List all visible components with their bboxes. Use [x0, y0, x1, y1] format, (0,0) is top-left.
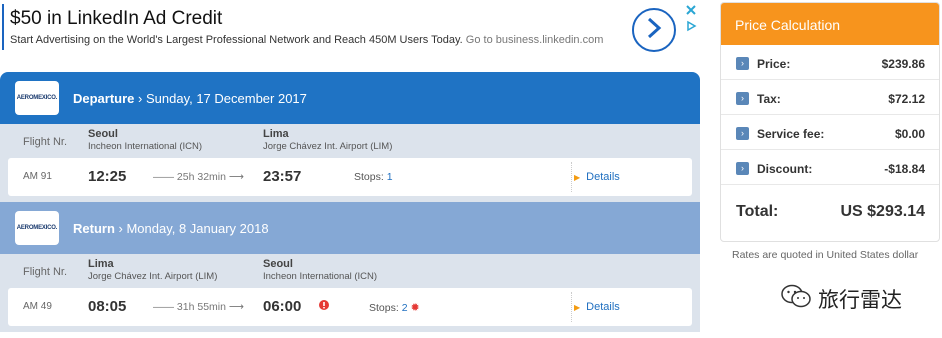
- divider: [571, 292, 572, 322]
- stops: Stops: 1: [354, 171, 393, 183]
- departure-route-row: Flight Nr. Seoul Incheon International (…: [8, 124, 692, 158]
- discount-row[interactable]: › Discount: -$18.84: [721, 150, 939, 185]
- ad-banner[interactable]: $50 in LinkedIn Ad Credit Start Advertis…: [0, 0, 704, 56]
- return-route-row: Flight Nr. Lima Jorge Chávez Int. Airpor…: [8, 254, 692, 288]
- departure-flight-card[interactable]: AM 91 12:25 —— 25h 32min ⟶ 23:57 Stops: …: [8, 158, 692, 196]
- ad-choices[interactable]: [684, 3, 700, 35]
- details-label: Details: [586, 301, 620, 313]
- details-link[interactable]: ▶ Details: [574, 301, 620, 313]
- chevron-right-icon[interactable]: ›: [736, 127, 749, 140]
- stops: Stops: 2 ✹: [369, 301, 420, 314]
- gear-icon[interactable]: ✹: [410, 302, 419, 314]
- destination-city: Seoul: [263, 258, 293, 270]
- ad-url[interactable]: Go to business.linkedin.com: [466, 34, 604, 46]
- arrival-time: 06:00: [263, 298, 302, 315]
- price-value: $239.86: [881, 57, 925, 71]
- departure-time: 12:25: [88, 168, 127, 185]
- chevron-right-icon: [646, 17, 662, 44]
- total-label: Total:: [736, 203, 779, 220]
- origin-city: Lima: [88, 258, 114, 270]
- departure-label: Departure: [73, 90, 135, 106]
- watermark: 旅行雷达: [780, 283, 902, 314]
- divider: [571, 162, 572, 192]
- departure-title: Departure › Sunday, 17 December 2017: [73, 91, 307, 106]
- chevron-right-icon[interactable]: ›: [736, 162, 749, 175]
- alert-icon[interactable]: [319, 300, 329, 313]
- total-row: Total: US $293.14: [721, 185, 939, 235]
- origin-airport: Jorge Chávez Int. Airport (LIM): [88, 271, 218, 282]
- tax-label: Tax:: [757, 92, 781, 106]
- price-row[interactable]: › Price: $239.86: [721, 45, 939, 80]
- stops-count[interactable]: 2: [402, 302, 408, 314]
- currency-note: Rates are quoted in United States dollar: [732, 249, 919, 261]
- price-label: Price:: [757, 57, 791, 71]
- service-fee-value: $0.00: [894, 127, 925, 141]
- flight-nr-label: Flight Nr.: [23, 266, 68, 278]
- return-header: AEROMEXICO. Return › Monday, 8 January 2…: [0, 202, 700, 254]
- flight-duration: —— 25h 32min ⟶: [153, 171, 244, 183]
- total-value: US $293.14: [840, 203, 925, 220]
- ad-open-button[interactable]: [632, 8, 676, 52]
- destination-airport: Incheon International (ICN): [263, 271, 378, 282]
- service-fee-label: Service fee:: [757, 127, 825, 141]
- origin: Seoul Incheon International (ICN): [88, 128, 202, 152]
- flight-nr-label: Flight Nr.: [23, 136, 68, 148]
- ad-description: Start Advertising on the World's Largest…: [10, 34, 463, 46]
- departure-date: › Sunday, 17 December 2017: [134, 90, 307, 106]
- destination-airport: Jorge Chávez Int. Airport (LIM): [263, 141, 393, 152]
- return-flight-card[interactable]: AM 49 08:05 —— 31h 55min ⟶ 06:00 Stops: …: [8, 288, 692, 326]
- origin-city: Seoul: [88, 128, 118, 140]
- destination-city: Lima: [263, 128, 289, 140]
- departure-time: 08:05: [88, 298, 127, 315]
- stops-count[interactable]: 1: [387, 171, 393, 183]
- triangle-right-icon: ▶: [574, 173, 581, 182]
- wechat-icon: [780, 283, 812, 314]
- return-body: Flight Nr. Lima Jorge Chávez Int. Airpor…: [0, 254, 700, 332]
- destination: Seoul Incheon International (ICN): [263, 258, 377, 282]
- airline-logo: AEROMEXICO.: [15, 81, 59, 115]
- origin-airport: Incheon International (ICN): [88, 141, 203, 152]
- destination: Lima Jorge Chávez Int. Airport (LIM): [263, 128, 392, 152]
- chevron-right-icon[interactable]: ›: [736, 57, 749, 70]
- return-title: Return › Monday, 8 January 2018: [73, 221, 269, 236]
- origin: Lima Jorge Chávez Int. Airport (LIM): [88, 258, 217, 282]
- flight-duration: —— 31h 55min ⟶: [153, 301, 244, 313]
- price-header: Price Calculation: [721, 3, 939, 45]
- adchoices-icon[interactable]: [684, 19, 698, 33]
- flights-panel: AEROMEXICO. Departure › Sunday, 17 Decem…: [0, 72, 700, 338]
- stops-label: Stops:: [369, 302, 399, 314]
- airline-logo: AEROMEXICO.: [15, 211, 59, 245]
- return-date: › Monday, 8 January 2018: [114, 220, 269, 236]
- tax-value: $72.12: [888, 92, 925, 106]
- price-calculation-panel: Price Calculation › Price: $239.86 › Tax…: [720, 2, 940, 242]
- chevron-right-icon[interactable]: ›: [736, 92, 749, 105]
- flight-number: AM 91: [23, 171, 52, 182]
- arrival-time: 23:57: [263, 168, 302, 185]
- ad-accent-bar: [2, 4, 4, 50]
- ad-text[interactable]: Start Advertising on the World's Largest…: [10, 34, 603, 46]
- close-icon[interactable]: [684, 3, 698, 17]
- departure-header: AEROMEXICO. Departure › Sunday, 17 Decem…: [0, 72, 700, 124]
- details-link[interactable]: ▶ Details: [574, 171, 620, 183]
- departure-body: Flight Nr. Seoul Incheon International (…: [0, 124, 700, 202]
- triangle-right-icon: ▶: [574, 303, 581, 312]
- details-label: Details: [586, 171, 620, 183]
- flight-number: AM 49: [23, 301, 52, 312]
- ad-title[interactable]: $50 in LinkedIn Ad Credit: [10, 8, 222, 30]
- watermark-text: 旅行雷达: [818, 287, 902, 312]
- return-label: Return: [73, 220, 115, 236]
- discount-label: Discount:: [757, 162, 813, 176]
- tax-row[interactable]: › Tax: $72.12: [721, 80, 939, 115]
- discount-value: -$18.84: [884, 162, 925, 176]
- service-fee-row[interactable]: › Service fee: $0.00: [721, 115, 939, 150]
- stops-label: Stops:: [354, 171, 384, 183]
